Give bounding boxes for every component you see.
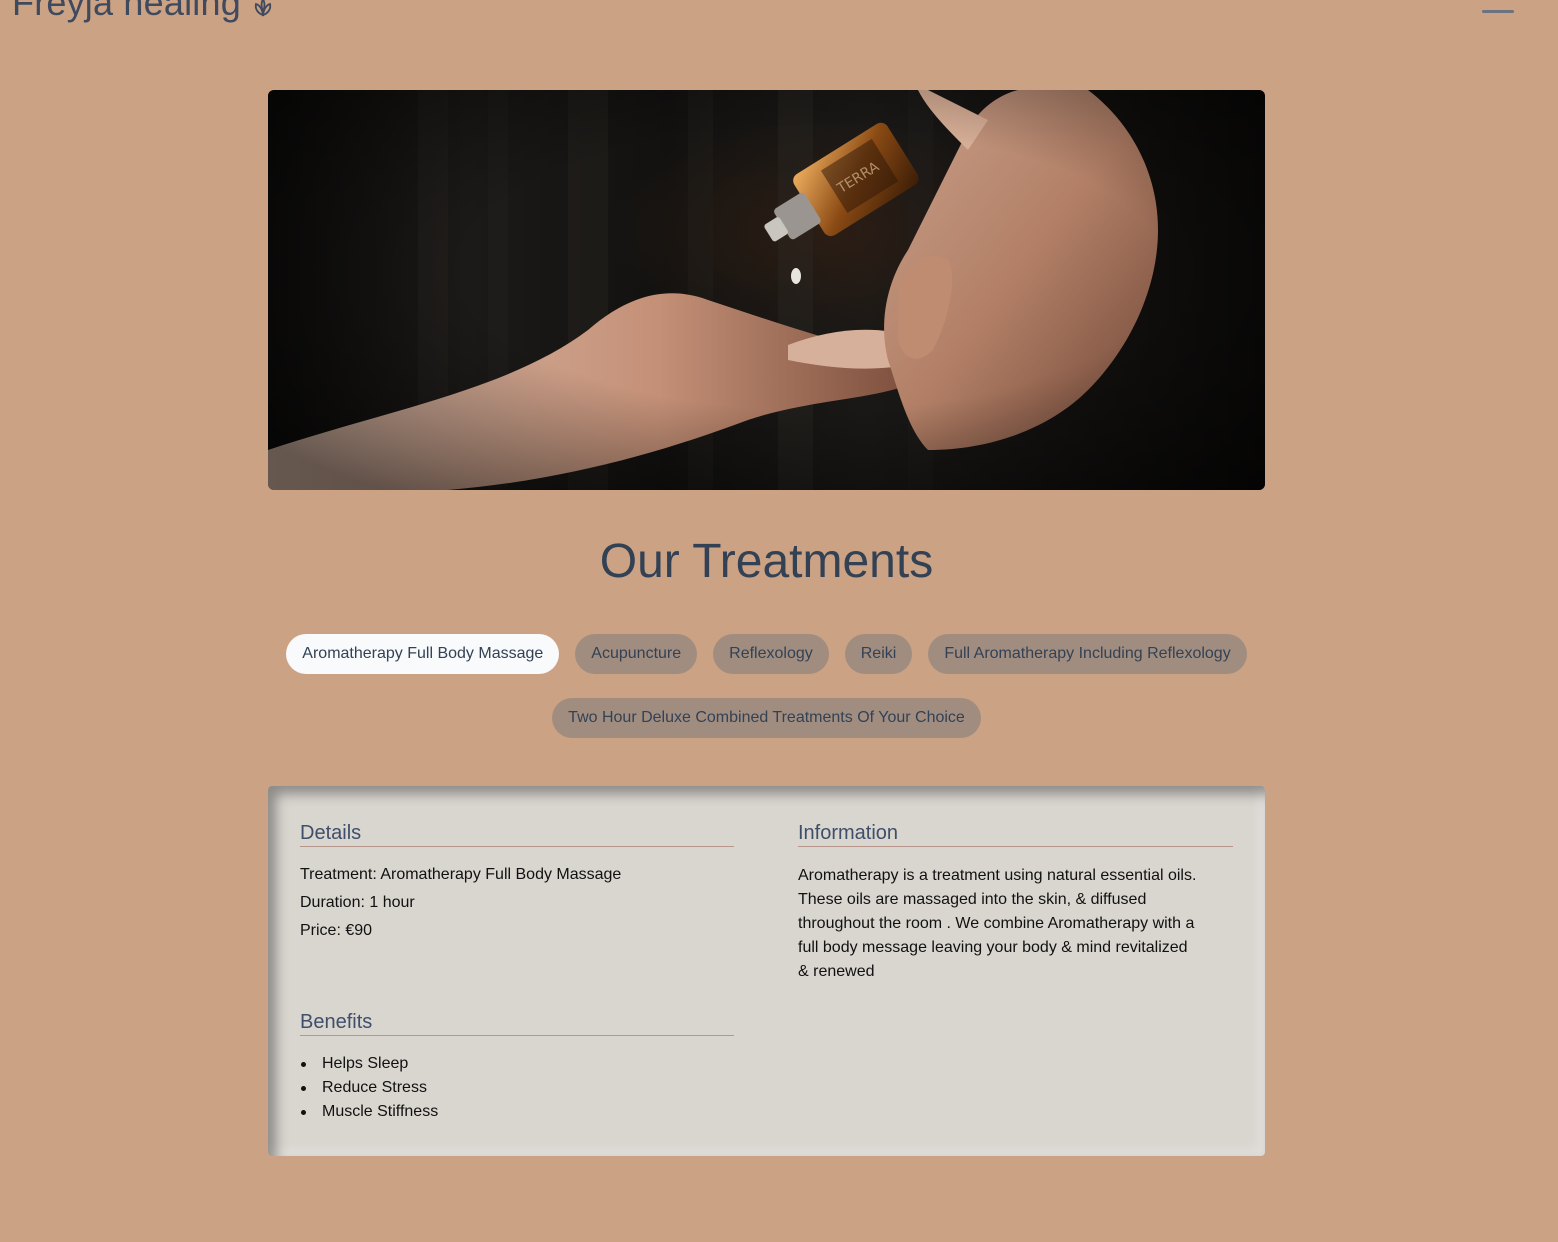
list-item: Reduce Stress <box>300 1076 438 1100</box>
brand-name: Freyja healing <box>12 0 241 23</box>
tab-reflexology[interactable]: Reflexology <box>713 634 829 674</box>
tab-reiki[interactable]: Reiki <box>844 634 913 674</box>
benefits-list: Helps Sleep Reduce Stress Muscle Stiffne… <box>300 1052 438 1124</box>
treatment-price: Price: €90 <box>300 922 373 939</box>
benefits-divider <box>300 1035 734 1036</box>
tab-full-aromatherapy-including-reflexology[interactable]: Full Aromatherapy Including Reflexology <box>928 634 1247 674</box>
lotus-leaf-icon <box>254 0 272 17</box>
information-text: Aromatherapy is a treatment using natura… <box>798 867 1197 980</box>
brand-logo[interactable]: Freyja healing <box>12 0 275 24</box>
information-divider <box>798 846 1233 847</box>
treatment-duration: Duration: 1 hour <box>300 894 415 911</box>
hero-image: TERRA <box>268 90 1265 490</box>
list-item: Helps Sleep <box>300 1052 438 1076</box>
treatment-name: Treatment: Aromatherapy Full Body Massag… <box>300 866 622 883</box>
tab-acupuncture[interactable]: Acupuncture <box>575 634 698 674</box>
treatment-tabs-row-2: Two Hour Deluxe Combined Treatments Of Y… <box>268 698 1265 738</box>
hero-illustration: TERRA <box>268 90 1265 490</box>
treatment-tabs: Aromatherapy Full Body Massage Acupunctu… <box>268 634 1265 674</box>
details-divider <box>300 846 734 847</box>
list-item: Muscle Stiffness <box>300 1100 438 1124</box>
hamburger-menu-button[interactable] <box>1480 0 1516 24</box>
benefits-heading: Benefits <box>300 1011 373 1033</box>
information-heading: Information <box>798 822 899 844</box>
tab-two-hour-deluxe-combined[interactable]: Two Hour Deluxe Combined Treatments Of Y… <box>552 698 981 738</box>
site-header: Freyja healing <box>0 0 1558 40</box>
tab-aromatherapy-full-body-massage[interactable]: Aromatherapy Full Body Massage <box>286 634 560 674</box>
hamburger-menu-icon <box>1482 10 1514 13</box>
page-title: Our Treatments <box>599 535 934 588</box>
treatment-details-card: Details Treatment: Aromatherapy Full Bod… <box>268 786 1265 1156</box>
details-heading: Details <box>300 822 362 844</box>
